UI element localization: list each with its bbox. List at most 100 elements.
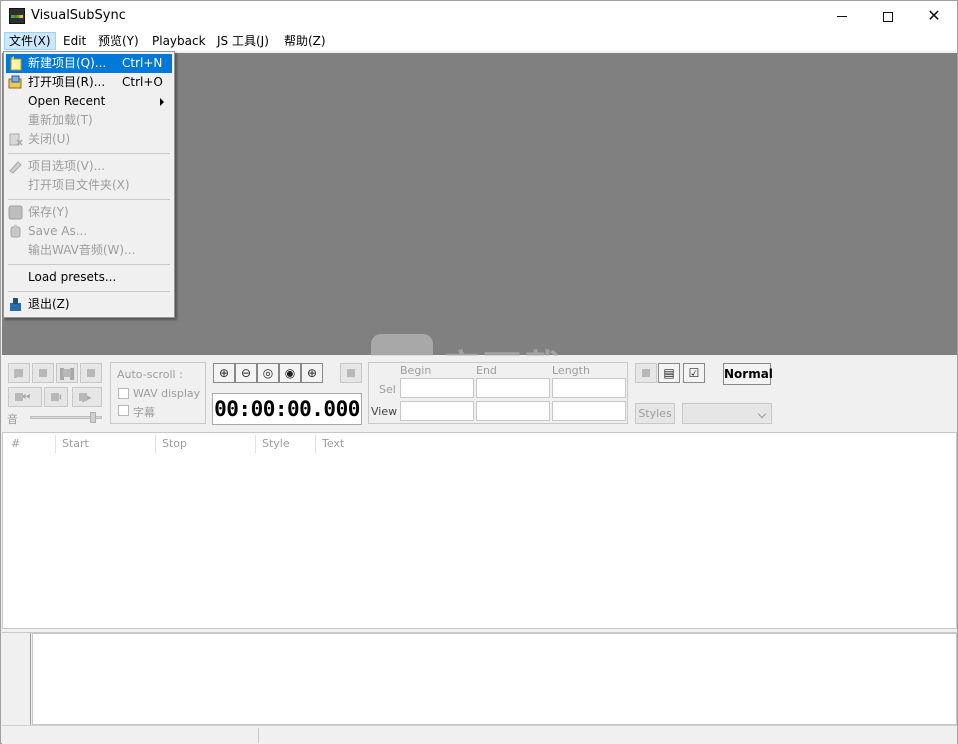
document-button[interactable]: ▤	[658, 363, 680, 383]
menu-item-shortcut: Ctrl+N	[122, 56, 163, 70]
menu-js-tools[interactable]: JS 工具(J)	[213, 32, 273, 50]
menu-item-label: 保存(Y)	[28, 205, 69, 219]
zoom-in-button[interactable]: ⊕	[213, 363, 235, 383]
zoom-all-button[interactable]: ◉	[279, 363, 301, 383]
subtitle-text-input[interactable]	[32, 633, 957, 725]
loop-button[interactable]: ∞	[80, 363, 102, 383]
next-button[interactable]: ⏭	[44, 387, 68, 407]
submenu-arrow-icon	[160, 98, 164, 106]
menu-separator	[8, 153, 170, 154]
menu-item-project-options[interactable]: 项目选项(V)...	[6, 157, 172, 176]
zoom-selection-icon: ◎	[262, 366, 274, 380]
menu-item-export-wav[interactable]: 输出WAV音频(W)...	[6, 241, 172, 260]
new-project-icon	[10, 56, 22, 71]
subtitle-list[interactable]: # Start Stop Style Text	[2, 432, 957, 629]
begin-label: Begin	[400, 364, 432, 377]
project-options-icon	[9, 161, 22, 174]
subtitles-label: 字幕	[133, 406, 155, 419]
fast-forward-icon: ⏭	[50, 390, 62, 404]
zoom-selection-button[interactable]: ◎	[257, 363, 279, 383]
save-as-icon	[10, 224, 21, 238]
menu-separator	[8, 264, 170, 265]
menu-file[interactable]: 文件(X)	[4, 32, 56, 50]
zoom-out-button[interactable]: ⊖	[235, 363, 257, 383]
pause-button[interactable]: ❚❚	[56, 363, 78, 383]
autoscroll-label: Auto-scroll :	[117, 368, 183, 381]
menu-item-label: 新建项目(Q)...	[28, 56, 107, 70]
zoom-all-icon: ◉	[284, 366, 296, 380]
clapper-button[interactable]	[340, 363, 362, 383]
menu-edit[interactable]: Edit	[59, 32, 90, 50]
length-label: Length	[552, 364, 590, 377]
zoom-vertical-button[interactable]: ⊕	[301, 363, 323, 383]
menu-item-label: Save As...	[28, 224, 88, 238]
volume-slider-thumb[interactable]	[90, 412, 96, 423]
column-header-number[interactable]: #	[5, 435, 55, 453]
column-header-stop[interactable]: Stop	[155, 435, 255, 453]
checklist-button[interactable]: ☑	[683, 363, 705, 383]
column-header-style[interactable]: Style	[255, 435, 315, 453]
check-button[interactable]: ✓	[635, 363, 657, 383]
window-title: VisualSubSync	[31, 8, 126, 23]
rewind-icon: ⏮	[19, 390, 31, 404]
menu-item-new-project[interactable]: 新建项目(Q)... Ctrl+N	[6, 54, 172, 73]
play-button[interactable]: ▶	[8, 363, 30, 383]
column-header-text[interactable]: Text	[315, 435, 515, 453]
menu-item-reload[interactable]: 重新加载(T)	[6, 111, 172, 130]
status-divider	[258, 728, 259, 743]
play-to-end-button[interactable]: ▶	[72, 387, 102, 407]
wav-display-checkbox[interactable]	[118, 388, 129, 399]
sel-length-field[interactable]	[552, 378, 626, 398]
menu-help[interactable]: 帮助(Z)	[280, 32, 330, 50]
view-begin-field[interactable]	[400, 401, 474, 421]
save-icon	[8, 205, 23, 220]
time-display: 00:00:00.000	[212, 393, 362, 425]
document-icon: ▤	[663, 366, 675, 380]
file-menu-dropdown: 新建项目(Q)... Ctrl+N 打开项目(R)... Ctrl+O Open…	[3, 51, 175, 318]
close-project-icon	[9, 133, 23, 146]
menu-item-open-project-folder[interactable]: 打开项目文件夹(X)	[6, 176, 172, 195]
prev-button[interactable]: ⏮	[8, 387, 42, 407]
view-end-field[interactable]	[476, 401, 550, 421]
stop-button[interactable]	[32, 363, 54, 383]
normal-mode-button[interactable]: Normal	[723, 363, 773, 385]
styles-select[interactable]	[682, 403, 772, 424]
styles-button[interactable]: Styles	[635, 403, 675, 424]
wav-display-label: WAV display	[133, 387, 201, 400]
menu-item-label: Load presets...	[28, 270, 117, 284]
menu-bar: 文件(X) Edit 预览(Y) Playback JS 工具(J) 帮助(Z)	[1, 31, 957, 51]
menu-item-label: 关闭(U)	[28, 132, 71, 146]
zoom-vertical-icon: ⊕	[306, 366, 318, 380]
view-label: View	[371, 405, 398, 418]
sel-begin-field[interactable]	[400, 378, 474, 398]
view-length-field[interactable]	[552, 401, 626, 421]
menu-playback[interactable]: Playback	[148, 32, 210, 50]
subtitles-checkbox[interactable]	[118, 405, 129, 416]
menu-item-save-as[interactable]: Save As...	[6, 222, 172, 241]
menu-preview[interactable]: 预览(Y)	[94, 32, 143, 50]
play-end-icon: ▶	[82, 390, 92, 404]
menu-separator	[8, 199, 170, 200]
subtitle-editor	[2, 632, 957, 725]
sel-end-field[interactable]	[476, 378, 550, 398]
menu-item-save[interactable]: 保存(Y)	[6, 203, 172, 222]
menu-item-exit[interactable]: 退出(Z)	[6, 295, 172, 314]
status-bar	[2, 725, 957, 744]
menu-item-open-recent[interactable]: Open Recent	[6, 92, 172, 111]
editor-gutter	[2, 633, 31, 725]
menu-item-load-presets[interactable]: Load presets...	[6, 268, 172, 287]
menu-item-label: 打开项目(R)...	[28, 75, 106, 89]
control-panel: ▶ ❚❚ ∞ ⏮ ⏭ ▶ 音 Auto-scroll : WAV display…	[2, 356, 957, 432]
checklist-icon: ☑	[688, 366, 700, 380]
menu-item-close[interactable]: 关闭(U)	[6, 130, 172, 149]
loop-icon: ∞	[86, 366, 96, 380]
menu-item-open-project[interactable]: 打开项目(R)... Ctrl+O	[6, 73, 172, 92]
menu-item-label: 项目选项(V)...	[28, 159, 106, 173]
app-window: VisualSubSync ✕ 文件(X) Edit 预览(Y) Playbac…	[0, 0, 958, 744]
minimize-button[interactable]	[819, 1, 865, 31]
column-header-start[interactable]: Start	[55, 435, 155, 453]
maximize-button[interactable]	[865, 1, 911, 31]
close-window-button[interactable]: ✕	[911, 1, 957, 31]
menu-item-label: 退出(Z)	[28, 297, 70, 311]
play-icon: ▶	[14, 366, 24, 380]
